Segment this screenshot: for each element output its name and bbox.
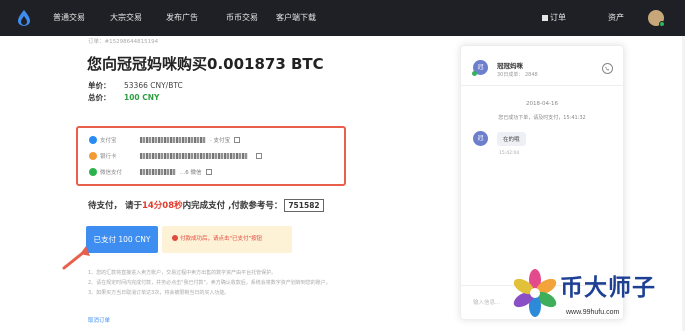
chat-input-placeholder: 输入信息... bbox=[473, 300, 501, 306]
online-status-dot bbox=[659, 21, 665, 27]
payment-method-wechat[interactable]: 微信支付 ...6 微信 bbox=[89, 168, 212, 180]
nav-spot-trading[interactable]: 普通交易 bbox=[53, 12, 85, 23]
nav-post-ad[interactable]: 发布广告 bbox=[166, 12, 198, 23]
top-nav: 普通交易 大宗交易 发布广告 币币交易 客户端下载 订单 资产 bbox=[0, 0, 685, 36]
payment-method-name: 支付宝 bbox=[100, 138, 117, 144]
system-message: 您已成功下单，请及时支付，15:41:32 bbox=[498, 115, 586, 121]
countdown-prefix: 待支付， 请于 bbox=[88, 201, 142, 211]
payment-methods-box: 支付宝 · 支付宝 银行卡 微信支付 ...6 微信 bbox=[76, 126, 346, 186]
watermark-url: www.99hufu.com bbox=[566, 309, 620, 316]
user-avatar[interactable] bbox=[648, 10, 665, 27]
watermark: 币大师子 www.99hufu.com bbox=[508, 262, 683, 330]
payment-countdown: 待支付， 请于14分08秒内完成支付 ,付款参考号： 751582 bbox=[88, 199, 324, 212]
payment-method-bank[interactable]: 银行卡 bbox=[89, 152, 262, 164]
payment-suffix: · 支付宝 bbox=[210, 138, 230, 144]
nav-client-download[interactable]: 客户端下载 bbox=[276, 12, 316, 23]
countdown-timer: 14分08秒 bbox=[141, 201, 183, 211]
note-item: 1、您的汇款将直接进入卖方账户，交易过程中卖方出售的数字资产由平台托管保护。 bbox=[88, 270, 277, 276]
watermark-brand: 币大师子 bbox=[560, 275, 656, 301]
nav-orders[interactable]: 订单 bbox=[542, 12, 566, 23]
chat-header: 冠 冠冠妈咪 30日成单： 2848 bbox=[461, 46, 623, 86]
nav-coin-trading[interactable]: 币币交易 bbox=[226, 12, 258, 23]
message-time: 15:42:04 bbox=[499, 151, 520, 156]
wechat-icon bbox=[89, 168, 97, 176]
paid-button[interactable]: 已支付 100 CNY bbox=[86, 226, 158, 253]
payment-method-name: 银行卡 bbox=[100, 154, 117, 160]
payment-warning: 付款成功后，请点击"已支付"按钮 bbox=[162, 226, 292, 253]
seller-stats: 30日成单： 2848 bbox=[497, 72, 538, 78]
online-status-dot bbox=[472, 71, 477, 76]
order-title: 您向冠冠妈咪购买0.001873 BTC bbox=[87, 55, 324, 73]
alipay-icon bbox=[89, 136, 97, 144]
total-price-value: 100 CNY bbox=[124, 93, 160, 102]
unit-price-value: 53366 CNY/BTC bbox=[124, 81, 183, 90]
logo-icon[interactable] bbox=[17, 10, 31, 26]
cancel-order-link[interactable]: 取消订单 bbox=[88, 316, 110, 324]
qr-code-icon[interactable] bbox=[205, 169, 212, 175]
bank-card-icon bbox=[89, 152, 97, 160]
total-price-label: 总价： bbox=[88, 93, 111, 102]
watermark-flower-icon bbox=[513, 269, 557, 317]
redacted-account bbox=[140, 137, 206, 143]
seller-name[interactable]: 冠冠妈咪 bbox=[497, 60, 523, 70]
qr-code-icon[interactable] bbox=[234, 137, 240, 143]
note-item: 3、如果买方当日取消订单达3次，将会被限制当日的买入功能。 bbox=[88, 290, 230, 296]
payment-suffix: ...6 微信 bbox=[180, 170, 202, 176]
payment-method-name: 微信支付 bbox=[100, 170, 123, 176]
unit-price-label: 单价： bbox=[88, 81, 111, 90]
qr-code-icon[interactable] bbox=[256, 153, 262, 159]
warning-icon bbox=[172, 235, 178, 241]
order-notes: 1、您的汇款将直接进入卖方账户，交易过程中卖方出售的数字资产由平台托管保护。 2… bbox=[88, 268, 331, 298]
payment-method-alipay[interactable]: 支付宝 · 支付宝 bbox=[89, 136, 240, 148]
chat-message: 在的哦 bbox=[497, 132, 526, 146]
nav-assets[interactable]: 资产 bbox=[608, 12, 624, 23]
nav-block-trading[interactable]: 大宗交易 bbox=[110, 12, 142, 23]
note-item: 2、请在规定时间内完成付款，并务必点击"我已付款"，卖方确认收款后，系统会将数字… bbox=[88, 280, 331, 286]
total-price-row: 总价： 100 CNY bbox=[88, 92, 159, 103]
redacted-account bbox=[140, 169, 176, 175]
unit-price-row: 单价： 53366 CNY/BTC bbox=[88, 80, 183, 91]
order-icon bbox=[542, 15, 548, 21]
phone-icon[interactable] bbox=[602, 63, 613, 74]
seller-avatar-letter: 冠 bbox=[477, 64, 484, 71]
warning-text: 付款成功后，请点击"已支付"按钮 bbox=[180, 236, 263, 242]
nav-orders-label: 订单 bbox=[550, 13, 566, 22]
order-number: 订单：#15298644815194 bbox=[88, 39, 159, 45]
redacted-account bbox=[140, 153, 248, 159]
seller-avatar[interactable]: 冠 bbox=[472, 60, 488, 76]
countdown-mid: 内完成支付 ,付款参考号： bbox=[182, 201, 283, 211]
payment-reference: 751582 bbox=[284, 199, 324, 212]
chat-date: 2018-04-16 bbox=[526, 101, 558, 107]
message-avatar: 冠 bbox=[473, 131, 488, 146]
